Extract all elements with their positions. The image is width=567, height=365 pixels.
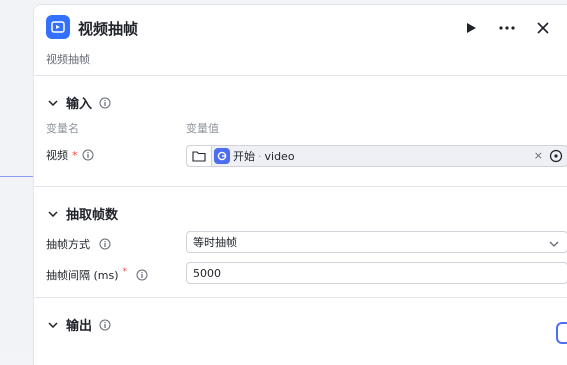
video-field-label: 视频 * xyxy=(46,147,95,163)
node-config-panel: 视频抽帧 视频抽帧 输入 变量名 变量值 视频 * 开始 · video × 抽… xyxy=(33,4,567,365)
extract-section-header[interactable]: 抽取帧数 xyxy=(46,204,118,223)
divider xyxy=(34,186,567,187)
extract-section-title: 抽取帧数 xyxy=(66,208,119,223)
reference-node-name: 开始 xyxy=(233,150,255,163)
folder-icon[interactable] xyxy=(187,146,212,166)
column-header-name: 变量名 xyxy=(46,122,79,135)
close-icon[interactable] xyxy=(532,17,554,39)
divider xyxy=(34,75,567,76)
chevron-down-icon[interactable] xyxy=(46,318,60,332)
video-node-icon xyxy=(46,15,70,39)
reference-chip: 开始 · video xyxy=(214,148,295,164)
video-label-text: 视频 xyxy=(46,149,68,162)
interval-label-text: 抽帧间隔 (ms) xyxy=(46,269,119,282)
run-icon[interactable] xyxy=(460,17,482,39)
method-select[interactable]: 等时抽帧 xyxy=(186,231,567,253)
input-section-title: 输入 xyxy=(66,97,93,112)
info-icon[interactable] xyxy=(135,269,148,282)
start-node-icon xyxy=(214,148,230,164)
info-icon[interactable] xyxy=(82,149,95,162)
clear-icon[interactable]: × xyxy=(534,149,543,162)
panel-title: 视频抽帧 xyxy=(78,20,139,38)
more-icon[interactable] xyxy=(496,17,518,39)
panel-subtitle: 视频抽帧 xyxy=(46,53,90,66)
video-variable-reference[interactable]: 开始 · video × xyxy=(186,145,567,167)
info-icon[interactable] xyxy=(98,238,111,251)
target-icon[interactable] xyxy=(548,148,564,164)
connection-line xyxy=(0,176,33,177)
required-mark: * xyxy=(122,267,128,277)
output-section-header[interactable]: 输出 xyxy=(46,315,111,334)
input-section-header[interactable]: 输入 xyxy=(46,93,111,112)
chevron-down-icon[interactable] xyxy=(549,237,559,250)
workflow-canvas xyxy=(0,0,33,354)
required-mark: * xyxy=(72,148,78,162)
floating-assistant-button[interactable] xyxy=(556,322,567,344)
output-section-title: 输出 xyxy=(66,319,93,334)
reference-variable-name: video xyxy=(264,149,295,163)
chevron-down-icon[interactable] xyxy=(46,96,60,110)
divider xyxy=(34,297,567,298)
method-field-label: 抽帧方式 xyxy=(46,236,111,252)
interval-input-value: 5000 xyxy=(193,266,221,280)
interval-input[interactable]: 5000 xyxy=(186,262,567,284)
method-select-value: 等时抽帧 xyxy=(193,236,237,249)
header-actions xyxy=(460,17,554,39)
panel-header: 视频抽帧 xyxy=(46,15,554,41)
column-header-value: 变量值 xyxy=(186,122,219,135)
interval-field-label: 抽帧间隔 (ms) * xyxy=(46,267,148,283)
info-icon[interactable] xyxy=(98,318,111,331)
reference-separator: · xyxy=(258,149,262,163)
chevron-down-icon[interactable] xyxy=(46,207,60,221)
method-label-text: 抽帧方式 xyxy=(46,238,90,251)
info-icon[interactable] xyxy=(98,96,111,109)
